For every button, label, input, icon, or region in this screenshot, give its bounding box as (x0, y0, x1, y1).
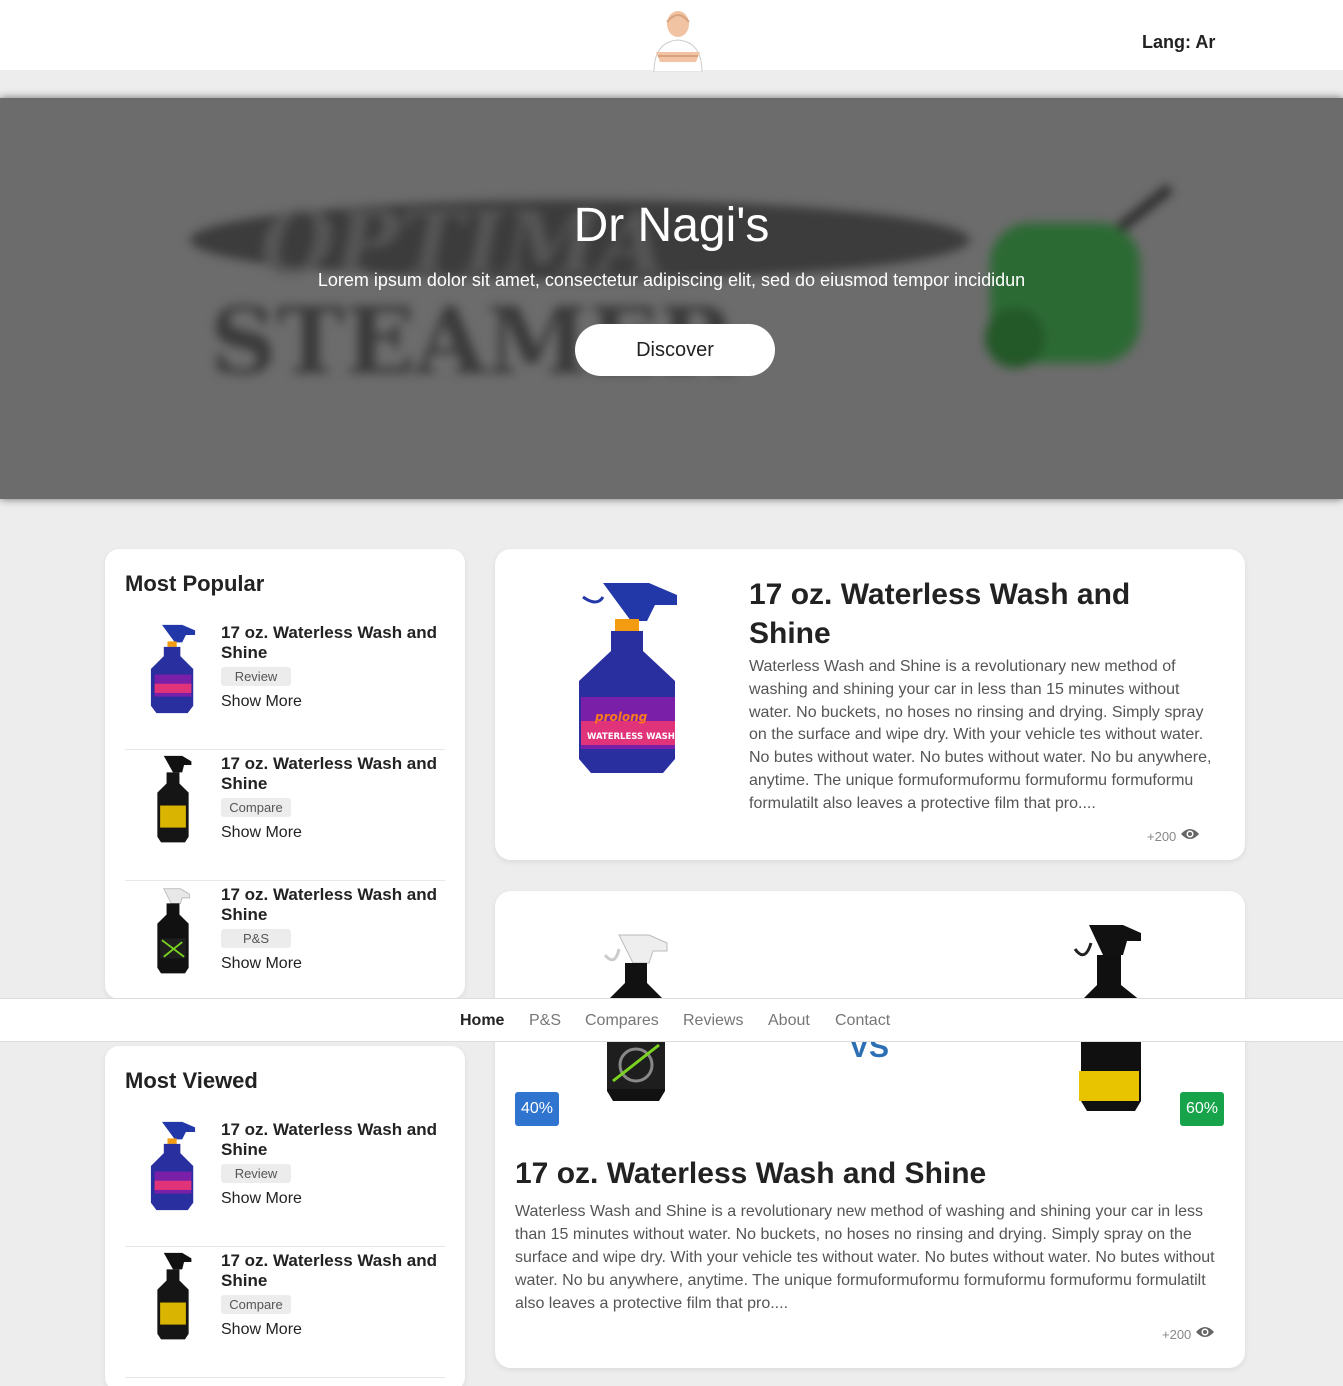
nav-compares[interactable]: Compares (585, 1012, 659, 1030)
most-popular-heading: Most Popular (125, 571, 265, 596)
hero-subtitle: Lorem ipsum dolor sit amet, consectetur … (317, 270, 1026, 290)
product-title[interactable]: 17 oz. Waterless Wash and Shine (221, 623, 451, 663)
product-thumbnail[interactable] (147, 1120, 199, 1212)
nav-ps[interactable]: P&S (529, 1012, 561, 1030)
most-viewed-heading: Most Viewed (125, 1068, 258, 1093)
show-more-link[interactable]: Show More (221, 1190, 302, 1208)
show-more-link[interactable]: Show More (221, 1321, 302, 1339)
compare-title[interactable]: 17 oz. Waterless Wash and Shine (515, 1157, 986, 1191)
product-title[interactable]: 17 oz. Waterless Wash and Shine (221, 1120, 451, 1160)
product-title[interactable]: 17 oz. Waterless Wash and Shine (221, 754, 451, 794)
nav-home[interactable]: Home (460, 1012, 504, 1030)
views-count: +200 (1147, 829, 1177, 844)
product-thumbnail[interactable] (147, 1251, 199, 1343)
hero-background-image: OPTIMA STEAMER (190, 184, 1174, 395)
most-popular-card: Most Popular 17 oz. Waterless Wash and S… (105, 549, 465, 999)
left-percent-badge: 40% (515, 1092, 559, 1126)
list-item[interactable]: 17 oz. Waterless Wash and Shine Review S… (125, 619, 445, 750)
category-tag[interactable]: Compare (221, 798, 291, 817)
eye-icon (1181, 829, 1199, 839)
product-thumbnail[interactable] (147, 885, 199, 977)
nav-contact[interactable]: Contact (835, 1012, 890, 1030)
views-counter: +200 (1162, 1327, 1214, 1342)
discover-button[interactable]: Discover (575, 324, 775, 376)
list-item[interactable]: 17 oz. Waterless Wash and Shine Review S… (125, 1116, 445, 1247)
category-tag[interactable]: P&S (221, 929, 291, 948)
category-tag[interactable]: Review (221, 667, 291, 686)
top-header: Lang: Ar (0, 0, 1343, 72)
language-switcher[interactable]: Lang: Ar (1142, 32, 1215, 53)
most-viewed-card: Most Viewed 17 oz. Waterless Wash and Sh… (105, 1046, 465, 1386)
views-counter: +200 (1147, 829, 1199, 844)
nav-reviews[interactable]: Reviews (683, 1012, 743, 1030)
review-card[interactable]: prolong WATERLESS WASH & SHINE 17 oz. Wa… (495, 549, 1245, 860)
product-image[interactable]: prolong WATERLESS WASH & SHINE (575, 579, 685, 775)
list-item[interactable]: 17 oz. Waterless Wash and Shine Compare … (125, 1247, 445, 1378)
product-thumbnail[interactable] (147, 754, 199, 846)
nav-about[interactable]: About (768, 1012, 810, 1030)
product-title[interactable]: 17 oz. Waterless Wash and Shine (221, 885, 451, 925)
list-item[interactable]: 17 oz. Waterless Wash and Shine P&S Show… (125, 881, 445, 999)
eye-icon (1196, 1327, 1214, 1337)
product-thumbnail[interactable] (147, 623, 199, 715)
bottle-brand-label: prolong (594, 710, 648, 724)
main-nav: Home P&S Compares Reviews About Contact (0, 998, 1343, 1042)
views-count: +200 (1162, 1327, 1192, 1342)
compare-card[interactable]: VS 40% 60% 17 oz. Waterless Wash and Shi… (495, 891, 1245, 1368)
mascot-logo[interactable] (646, 6, 710, 72)
hero-title: Dr Nagi's (573, 199, 770, 252)
show-more-link[interactable]: Show More (221, 955, 302, 973)
category-tag[interactable]: Review (221, 1164, 291, 1183)
product-title[interactable]: 17 oz. Waterless Wash and Shine (221, 1251, 451, 1291)
hero-banner: OPTIMA STEAMER Dr Nagi's Lorem ipsum dol… (0, 98, 1343, 499)
category-tag[interactable]: Compare (221, 1295, 291, 1314)
show-more-link[interactable]: Show More (221, 693, 302, 711)
review-title[interactable]: 17 oz. Waterless Wash and Shine (749, 575, 1189, 653)
show-more-link[interactable]: Show More (221, 824, 302, 842)
review-description: Waterless Wash and Shine is a revolution… (749, 658, 1212, 812)
list-item[interactable]: 17 oz. Waterless Wash and Shine Compare … (125, 750, 445, 881)
bottle-product-label: WATERLESS WASH & SHINE (587, 732, 685, 742)
right-percent-badge: 60% (1180, 1092, 1224, 1126)
compare-description: Waterless Wash and Shine is a revolution… (515, 1203, 1215, 1312)
